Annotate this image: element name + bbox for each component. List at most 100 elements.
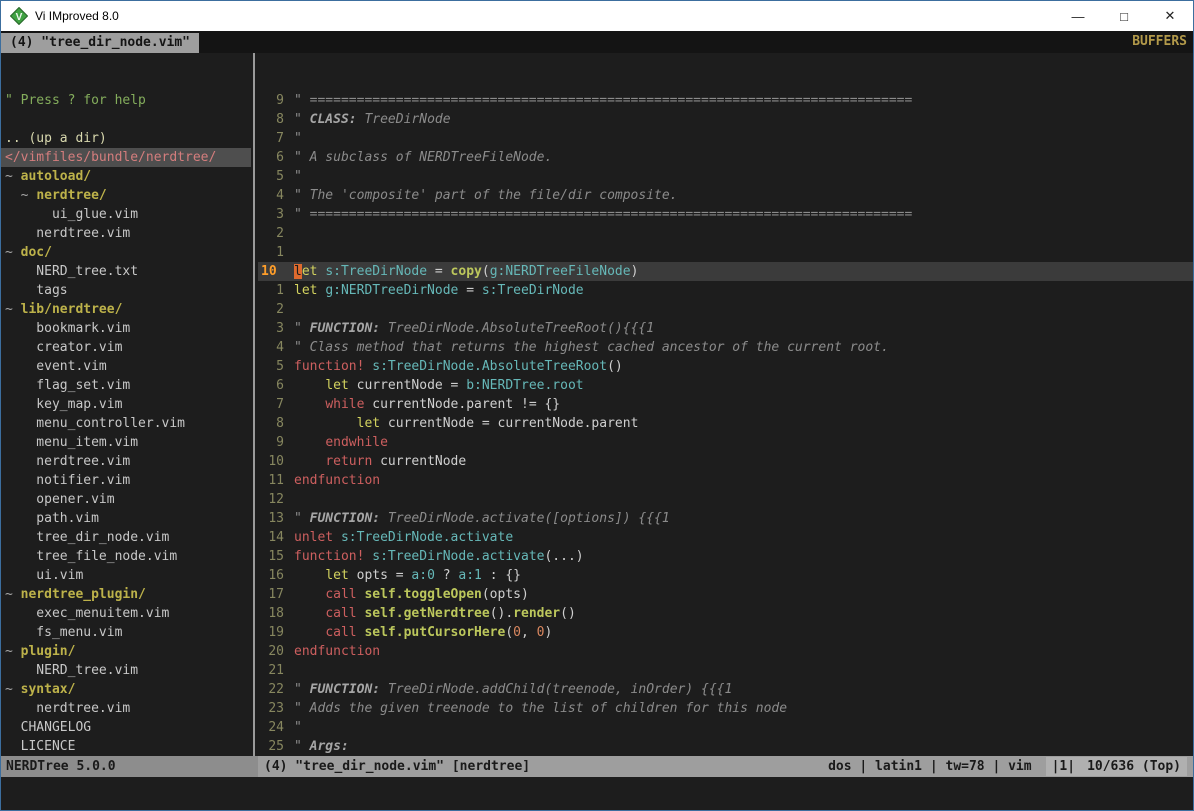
code-line[interactable]: 1let g:NERDTreeDirNode = s:TreeDirNode bbox=[258, 281, 1193, 300]
code-line[interactable]: 19 call self.putCursorHere(0, 0) bbox=[258, 623, 1193, 642]
tree-row[interactable]: ui.vim bbox=[5, 566, 251, 585]
tree-row[interactable]: </vimfiles/bundle/nerdtree/ bbox=[5, 148, 251, 167]
code-line[interactable]: 13" FUNCTION: TreeDirNode.activate([opti… bbox=[258, 509, 1193, 528]
tree-row[interactable]: bookmark.vim bbox=[5, 319, 251, 338]
code-line[interactable]: 12 bbox=[258, 490, 1193, 509]
code-line[interactable]: 6" A subclass of NERDTreeFileNode. bbox=[258, 148, 1193, 167]
line-number: 9 bbox=[258, 433, 284, 452]
code-text: " bbox=[294, 718, 302, 737]
tree-row[interactable]: nerdtree.vim bbox=[5, 452, 251, 471]
tree-row[interactable]: ~ nerdtree/ bbox=[5, 186, 251, 205]
code-line[interactable]: 17 call self.toggleOpen(opts) bbox=[258, 585, 1193, 604]
code-text: call self.putCursorHere(0, 0) bbox=[294, 623, 552, 642]
window-separator[interactable] bbox=[251, 53, 258, 756]
code-line[interactable]: 3" =====================================… bbox=[258, 205, 1193, 224]
code-line[interactable]: 23" Adds the given treenode to the list … bbox=[258, 699, 1193, 718]
code-text: " A subclass of NERDTreeFileNode. bbox=[294, 148, 552, 167]
code-line[interactable]: 2 bbox=[258, 224, 1193, 243]
tree-row[interactable]: ~ plugin/ bbox=[5, 642, 251, 661]
tree-row[interactable]: NERD_tree.vim bbox=[5, 661, 251, 680]
tree-row[interactable]: exec_menuitem.vim bbox=[5, 604, 251, 623]
code-line[interactable]: 1 bbox=[258, 243, 1193, 262]
tree-row[interactable]: event.vim bbox=[5, 357, 251, 376]
code-line[interactable]: 11endfunction bbox=[258, 471, 1193, 490]
line-number: 10 bbox=[258, 452, 284, 471]
tree-row[interactable]: flag_set.vim bbox=[5, 376, 251, 395]
tree-row[interactable]: nerdtree.vim bbox=[5, 224, 251, 243]
tree-row[interactable]: CHANGELOG bbox=[5, 718, 251, 737]
statusbar: NERDTree 5.0.0 (4) "tree_dir_node.vim" [… bbox=[1, 756, 1193, 777]
tree-row[interactable]: ~ lib/nerdtree/ bbox=[5, 300, 251, 319]
tree-row[interactable]: ~ autoload/ bbox=[5, 167, 251, 186]
code-line[interactable]: 5" bbox=[258, 167, 1193, 186]
line-number: 1 bbox=[258, 281, 284, 300]
statusline-position: 10/636 (Top) bbox=[1087, 757, 1181, 776]
code-text: " CLASS: TreeDirNode bbox=[294, 110, 451, 129]
line-number: 16 bbox=[258, 566, 284, 585]
code-line[interactable]: 9" =====================================… bbox=[258, 91, 1193, 110]
code-line[interactable]: 10let s:TreeDirNode = copy(g:NERDTreeFil… bbox=[258, 262, 1193, 281]
tree-row[interactable]: tree_file_node.vim bbox=[5, 547, 251, 566]
tree-row[interactable]: tags bbox=[5, 281, 251, 300]
tree-row[interactable]: menu_controller.vim bbox=[5, 414, 251, 433]
close-button[interactable]: ✕ bbox=[1147, 1, 1193, 31]
statusline: (4) "tree_dir_node.vim" [nerdtree] dos |… bbox=[258, 756, 1193, 777]
editor-panel[interactable]: 9" =====================================… bbox=[258, 53, 1193, 756]
code-line[interactable]: 4" Class method that returns the highest… bbox=[258, 338, 1193, 357]
code-line[interactable]: 21 bbox=[258, 661, 1193, 680]
code-line[interactable]: 14unlet s:TreeDirNode.activate bbox=[258, 528, 1193, 547]
tree-row[interactable]: tree_dir_node.vim bbox=[5, 528, 251, 547]
tree-row[interactable]: ~ doc/ bbox=[5, 243, 251, 262]
code-line[interactable]: 7 while currentNode.parent != {} bbox=[258, 395, 1193, 414]
code-line[interactable]: 10 return currentNode bbox=[258, 452, 1193, 471]
code-line[interactable]: 6 let currentNode = b:NERDTree.root bbox=[258, 376, 1193, 395]
tree-row[interactable]: ~ nerdtree_plugin/ bbox=[5, 585, 251, 604]
buffers-label: BUFFERS bbox=[1132, 34, 1187, 49]
code-text: call self.getNerdtree().render() bbox=[294, 604, 576, 623]
code-line[interactable]: 16 let opts = a:0 ? a:1 : {} bbox=[258, 566, 1193, 585]
code-line[interactable]: 22" FUNCTION: TreeDirNode.addChild(treen… bbox=[258, 680, 1193, 699]
code-line[interactable]: 15function! s:TreeDirNode.activate(...) bbox=[258, 547, 1193, 566]
statusline-file: (4) "tree_dir_node.vim" [nerdtree] bbox=[264, 757, 530, 776]
tree-row[interactable]: LICENCE bbox=[5, 737, 251, 756]
tree-row[interactable]: opener.vim bbox=[5, 490, 251, 509]
code-line[interactable]: 4" The 'composite' part of the file/dir … bbox=[258, 186, 1193, 205]
nerdtree-panel[interactable]: " Press ? for help .. (up a dir)</vimfil… bbox=[1, 53, 251, 756]
tree-row[interactable]: nerdtree.vim bbox=[5, 699, 251, 718]
line-number: 4 bbox=[258, 186, 284, 205]
minimize-button[interactable]: — bbox=[1055, 1, 1101, 31]
code-line[interactable]: 9 endwhile bbox=[258, 433, 1193, 452]
tree-row[interactable]: ui_glue.vim bbox=[5, 205, 251, 224]
tree-row[interactable]: fs_menu.vim bbox=[5, 623, 251, 642]
code-text: " FUNCTION: TreeDirNode.activate([option… bbox=[294, 509, 670, 528]
tab-tree-dir-node[interactable]: (4) "tree_dir_node.vim" bbox=[1, 33, 199, 53]
tree-row[interactable]: creator.vim bbox=[5, 338, 251, 357]
line-number: 10 bbox=[258, 262, 284, 281]
code-text: " bbox=[294, 129, 302, 148]
code-line[interactable]: 25" Args: bbox=[258, 737, 1193, 756]
code-line[interactable]: 24" bbox=[258, 718, 1193, 737]
code-line[interactable]: 7" bbox=[258, 129, 1193, 148]
code-line[interactable]: 20endfunction bbox=[258, 642, 1193, 661]
code-line[interactable]: 18 call self.getNerdtree().render() bbox=[258, 604, 1193, 623]
tree-row[interactable]: menu_item.vim bbox=[5, 433, 251, 452]
code-line[interactable]: 5function! s:TreeDirNode.AbsoluteTreeRoo… bbox=[258, 357, 1193, 376]
code-text: return currentNode bbox=[294, 452, 466, 471]
line-number: 8 bbox=[258, 414, 284, 433]
maximize-button[interactable]: □ bbox=[1101, 1, 1147, 31]
code-line[interactable]: 8 let currentNode = currentNode.parent bbox=[258, 414, 1193, 433]
tree-row[interactable]: path.vim bbox=[5, 509, 251, 528]
code-line[interactable]: 2 bbox=[258, 300, 1193, 319]
tree-row[interactable]: key_map.vim bbox=[5, 395, 251, 414]
titlebar[interactable]: V Vi IMproved 8.0 — □ ✕ bbox=[1, 1, 1193, 31]
tree-row[interactable]: ~ syntax/ bbox=[5, 680, 251, 699]
tree-row[interactable]: .. (up a dir) bbox=[5, 129, 251, 148]
line-number: 21 bbox=[258, 661, 284, 680]
code-text: endfunction bbox=[294, 471, 380, 490]
tree-row[interactable]: NERD_tree.txt bbox=[5, 262, 251, 281]
code-line[interactable]: 3" FUNCTION: TreeDirNode.AbsoluteTreeRoo… bbox=[258, 319, 1193, 338]
code-text: endwhile bbox=[294, 433, 388, 452]
tree-row[interactable]: " Press ? for help bbox=[5, 91, 251, 110]
tree-row[interactable]: notifier.vim bbox=[5, 471, 251, 490]
code-line[interactable]: 8" CLASS: TreeDirNode bbox=[258, 110, 1193, 129]
